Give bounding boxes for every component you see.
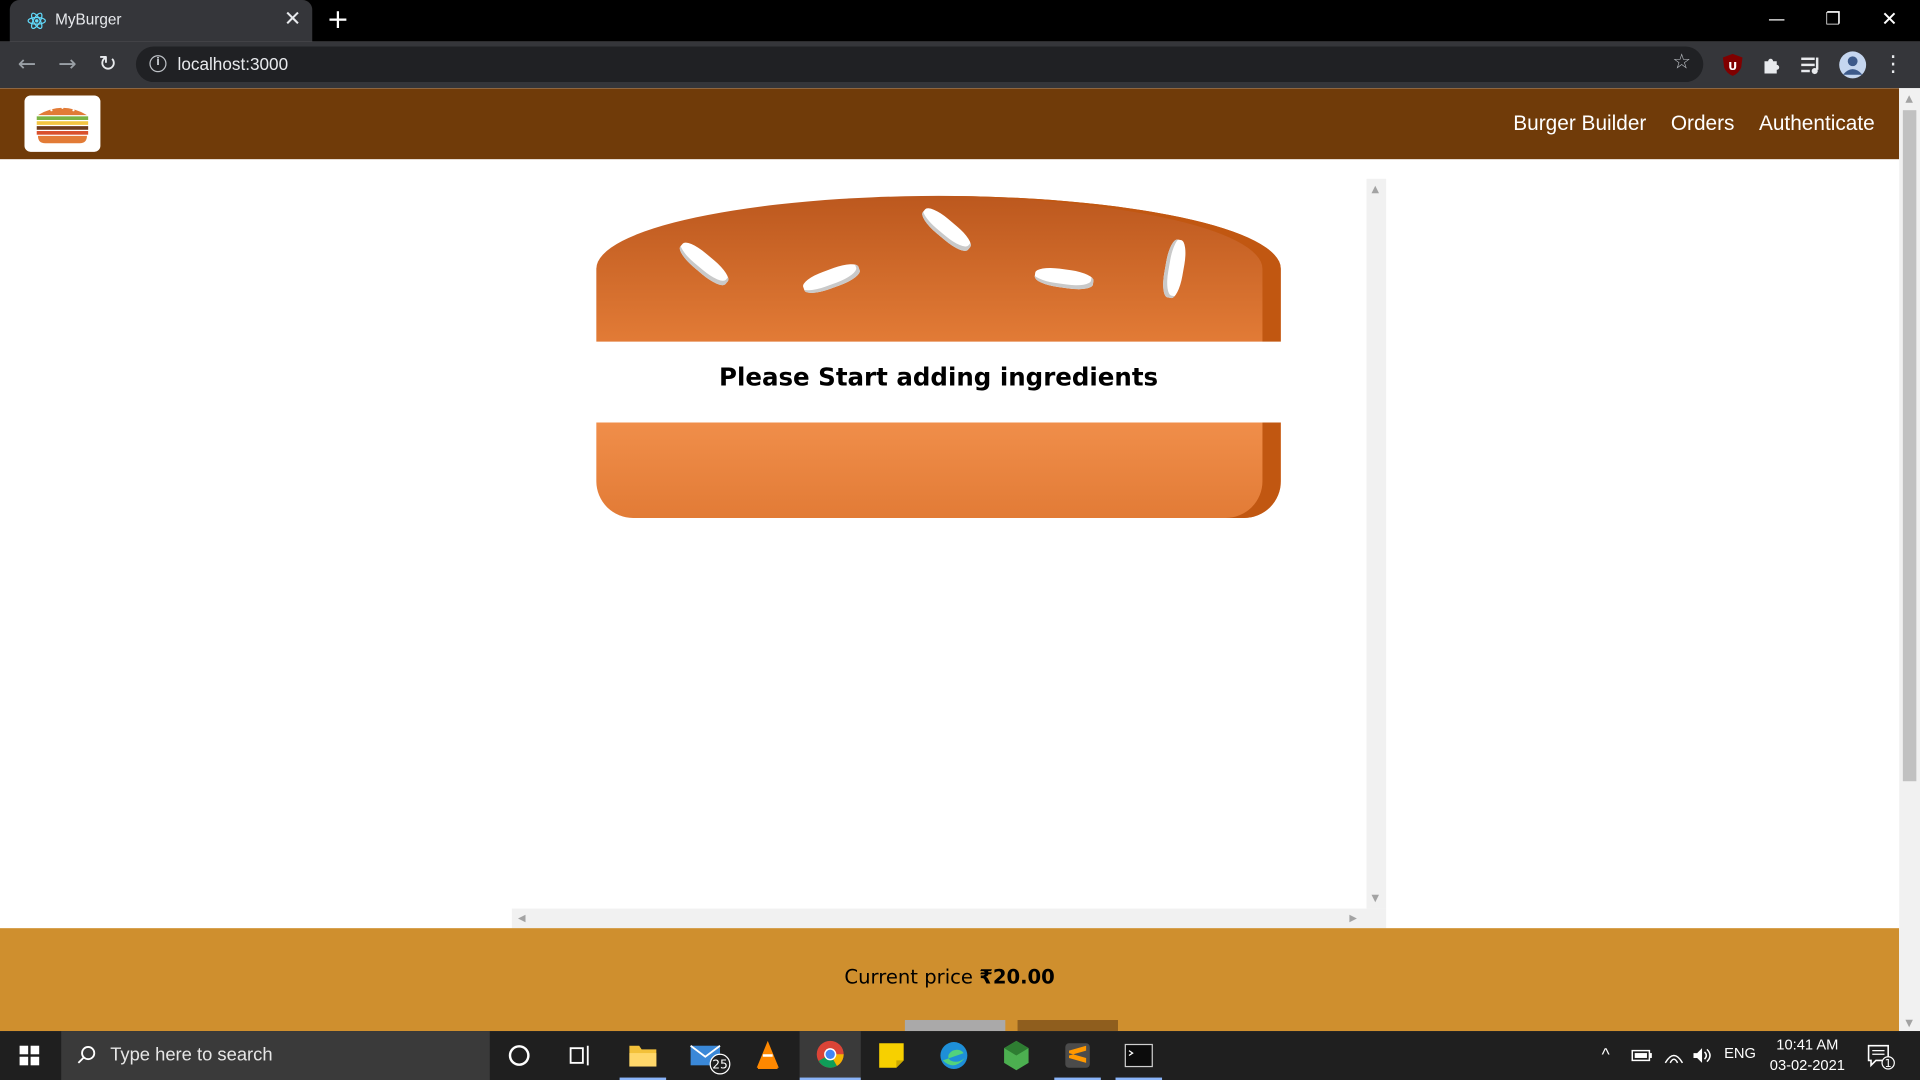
nav-links: Burger Builder Orders Authenticate <box>1489 88 1875 159</box>
tray-chevron-icon[interactable]: ^ <box>1602 1044 1610 1064</box>
new-tab-button[interactable]: + <box>323 6 352 35</box>
extensions-puzzle-icon[interactable] <box>1760 53 1784 77</box>
restore-icon[interactable]: ❐ <box>1805 0 1861 42</box>
burger-logo[interactable] <box>24 95 101 152</box>
scroll-right-icon[interactable]: ▶ <box>1349 912 1357 923</box>
windows-taskbar: Type here to search 25 ^ ENG 10:41 AM 03… <box>0 1031 1920 1080</box>
web-page: Burger Builder Orders Authenticate Pleas… <box>0 88 1900 1032</box>
page-scroll-up-icon[interactable]: ▲ <box>1905 93 1913 104</box>
browser-tab-strip: MyBurger ✕ + — ❐ ✕ <box>0 0 1920 42</box>
burger-vertical-scrollbar[interactable]: ▲ ▼ <box>1366 178 1387 909</box>
battery-icon[interactable] <box>1631 1047 1653 1064</box>
file-explorer-icon[interactable] <box>612 1031 673 1080</box>
seed <box>1160 238 1189 300</box>
close-window-icon[interactable]: ✕ <box>1861 0 1917 42</box>
address-url[interactable]: localhost:3000 <box>178 54 289 74</box>
language-indicator[interactable]: ENG <box>1724 1044 1756 1061</box>
windows-start-icon[interactable] <box>0 1031 59 1080</box>
taskbar-clock[interactable]: 10:41 AM 03-02-2021 <box>1763 1035 1851 1077</box>
ublock-extension-icon[interactable]: U <box>1720 53 1744 77</box>
media-control-icon[interactable] <box>1799 53 1823 77</box>
terminal-icon[interactable] <box>1108 1031 1169 1080</box>
current-price: Current price ₹20.00 <box>0 965 1899 988</box>
site-info-icon[interactable]: i <box>149 55 167 73</box>
volume-icon[interactable] <box>1691 1046 1713 1066</box>
react-icon <box>27 12 46 30</box>
bread-top <box>596 195 1281 342</box>
back-icon[interactable]: ← <box>12 50 41 79</box>
nodejs-icon[interactable] <box>986 1031 1047 1080</box>
cortana-icon[interactable] <box>490 1031 551 1080</box>
app-navbar: Burger Builder Orders Authenticate <box>0 88 1900 160</box>
search-placeholder: Type here to search <box>110 1044 273 1066</box>
seed <box>918 203 975 256</box>
nav-orders[interactable]: Orders <box>1671 111 1735 135</box>
ingredient-more-button[interactable] <box>1017 1020 1118 1032</box>
taskbar-search-box[interactable]: Type here to search <box>61 1031 490 1080</box>
chrome-icon <box>799 1040 861 1080</box>
reload-icon[interactable]: ↻ <box>93 50 122 79</box>
svg-text:U: U <box>1728 60 1737 73</box>
nav-authenticate[interactable]: Authenticate <box>1759 111 1875 135</box>
chrome-menu-icon[interactable]: ⋮ <box>1878 50 1907 79</box>
tab-title: MyBurger <box>55 11 122 29</box>
ingredient-less-button[interactable] <box>904 1020 1006 1032</box>
empty-burger-message: Please Start adding ingredients <box>718 362 1159 392</box>
network-icon[interactable] <box>1663 1046 1685 1066</box>
scroll-down-icon[interactable]: ▼ <box>1371 893 1379 904</box>
page-vertical-scrollbar[interactable]: ▲ ▼ <box>1899 88 1920 1032</box>
mail-icon[interactable]: 25 <box>676 1031 737 1080</box>
nav-burger-builder[interactable]: Burger Builder <box>1513 111 1646 135</box>
address-bar[interactable]: i localhost:3000 ☆ <box>135 46 1704 83</box>
vlc-icon[interactable] <box>737 1031 798 1080</box>
price-label: Current price <box>844 964 973 989</box>
sublime-text-icon[interactable] <box>1047 1031 1108 1080</box>
notification-center-icon[interactable]: 1 <box>1866 1043 1895 1070</box>
page-scroll-thumb[interactable] <box>1902 110 1917 782</box>
task-view-icon[interactable] <box>551 1031 612 1080</box>
seed <box>1033 265 1095 292</box>
forward-icon[interactable]: → <box>53 50 82 79</box>
build-controls: Current price ₹20.00 <box>0 928 1900 1032</box>
search-icon <box>77 1046 96 1064</box>
clock-date: 03-02-2021 <box>1769 1056 1845 1074</box>
bread-bottom <box>596 422 1281 518</box>
seed <box>675 237 733 290</box>
edge-icon[interactable] <box>923 1031 984 1080</box>
clock-time: 10:41 AM <box>1776 1035 1839 1054</box>
chrome-taskbar-active[interactable] <box>799 1031 861 1080</box>
minimize-icon[interactable]: — <box>1749 0 1805 42</box>
mail-badge-count: 25 <box>712 1057 728 1071</box>
browser-tab[interactable]: MyBurger ✕ <box>9 0 313 42</box>
tab-close-icon[interactable]: ✕ <box>280 7 304 31</box>
browser-toolbar: ← → ↻ i localhost:3000 ☆ U ⋮ <box>0 41 1920 89</box>
seed <box>800 259 863 298</box>
bookmark-star-icon[interactable]: ☆ <box>1672 50 1691 74</box>
page-scroll-down-icon[interactable]: ▼ <box>1905 1018 1913 1029</box>
burger-preview: Please Start adding ingredients ▲ ▼ ◀ ▶ <box>511 178 1387 929</box>
scroll-left-icon[interactable]: ◀ <box>518 912 526 923</box>
burger-horizontal-scrollbar[interactable]: ◀ ▶ <box>511 908 1387 929</box>
notification-count: 1 <box>1885 1057 1892 1070</box>
burger-logo-icon <box>36 106 89 144</box>
price-value: ₹20.00 <box>979 964 1055 989</box>
scroll-up-icon[interactable]: ▲ <box>1371 184 1379 195</box>
profile-avatar[interactable] <box>1838 50 1867 79</box>
sticky-notes-icon[interactable] <box>862 1031 923 1080</box>
